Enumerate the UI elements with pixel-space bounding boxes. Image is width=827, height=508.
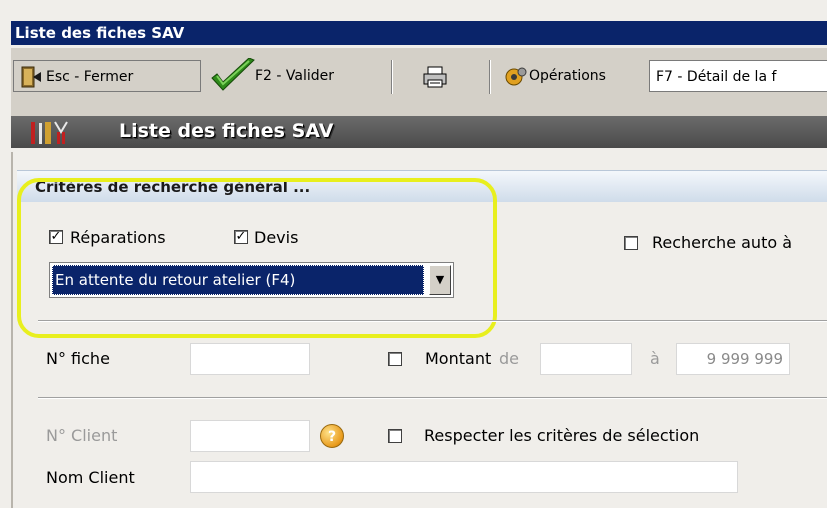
validate-button[interactable]: F2 - Valider xyxy=(203,58,389,94)
operations-button[interactable]: Opérations xyxy=(497,60,645,92)
montant-label: Montant xyxy=(425,349,492,368)
client-number-label: N° Client xyxy=(46,426,118,445)
respect-criteria-label: Respecter les critères de sélection xyxy=(424,426,700,445)
close-button-label: Esc - Fermer xyxy=(46,69,134,85)
fiche-label: N° fiche xyxy=(46,349,110,368)
devis-checkbox[interactable]: ✓ xyxy=(234,230,248,244)
printer-icon xyxy=(423,66,447,88)
montant-to-label: à xyxy=(650,349,660,368)
checkmark-icon xyxy=(209,58,257,94)
devis-label: Devis xyxy=(254,228,299,247)
client-name-label: Nom Client xyxy=(46,468,135,487)
chevron-down-icon[interactable]: ▼ xyxy=(429,265,451,295)
status-select[interactable]: En attente du retour atelier (F4) ▼ xyxy=(49,262,454,298)
montant-from-label: de xyxy=(499,349,519,368)
section-header: Critères de recherche général ... xyxy=(17,170,827,202)
toolbar-separator xyxy=(489,60,491,94)
montant-checkbox[interactable] xyxy=(388,352,402,366)
toolbar: Esc - Fermer F2 - Valider Opérations F7 … xyxy=(11,48,827,116)
fiche-input[interactable] xyxy=(190,343,310,375)
montant-from-input[interactable] xyxy=(540,343,632,375)
detail-button[interactable]: F7 - Détail de la f xyxy=(649,60,827,92)
auto-search-label: Recherche auto à xyxy=(652,233,793,252)
exit-icon xyxy=(20,65,42,89)
client-name-input[interactable] xyxy=(190,461,738,493)
toolbar-separator xyxy=(391,60,393,94)
print-button[interactable] xyxy=(403,60,483,92)
validate-button-label: F2 - Valider xyxy=(255,68,335,84)
section-title: Critères de recherche général ... xyxy=(35,178,311,196)
divider xyxy=(38,397,827,399)
montant-to-input[interactable]: 9 999 999 xyxy=(676,343,790,375)
respect-criteria-checkbox[interactable] xyxy=(388,429,402,443)
help-icon[interactable]: ? xyxy=(320,424,344,448)
close-button[interactable]: Esc - Fermer xyxy=(13,60,201,92)
operations-button-label: Opérations xyxy=(529,68,606,84)
detail-button-label: F7 - Détail de la f xyxy=(656,69,777,85)
main-panel xyxy=(11,152,827,508)
tools-icon xyxy=(29,120,69,146)
client-number-input[interactable] xyxy=(190,420,310,452)
divider xyxy=(38,320,827,322)
reparations-label: Réparations xyxy=(70,228,166,247)
window-title: Liste des fiches SAV xyxy=(15,24,185,42)
page-title: Liste des fiches SAV xyxy=(119,120,334,142)
gears-icon xyxy=(505,66,527,88)
status-select-value: En attente du retour atelier (F4) xyxy=(52,265,424,295)
auto-search-checkbox[interactable] xyxy=(624,236,638,250)
header-band: Liste des fiches SAV xyxy=(11,116,827,148)
reparations-checkbox[interactable]: ✓ xyxy=(49,230,63,244)
window-title-bar: Liste des fiches SAV xyxy=(11,21,827,45)
